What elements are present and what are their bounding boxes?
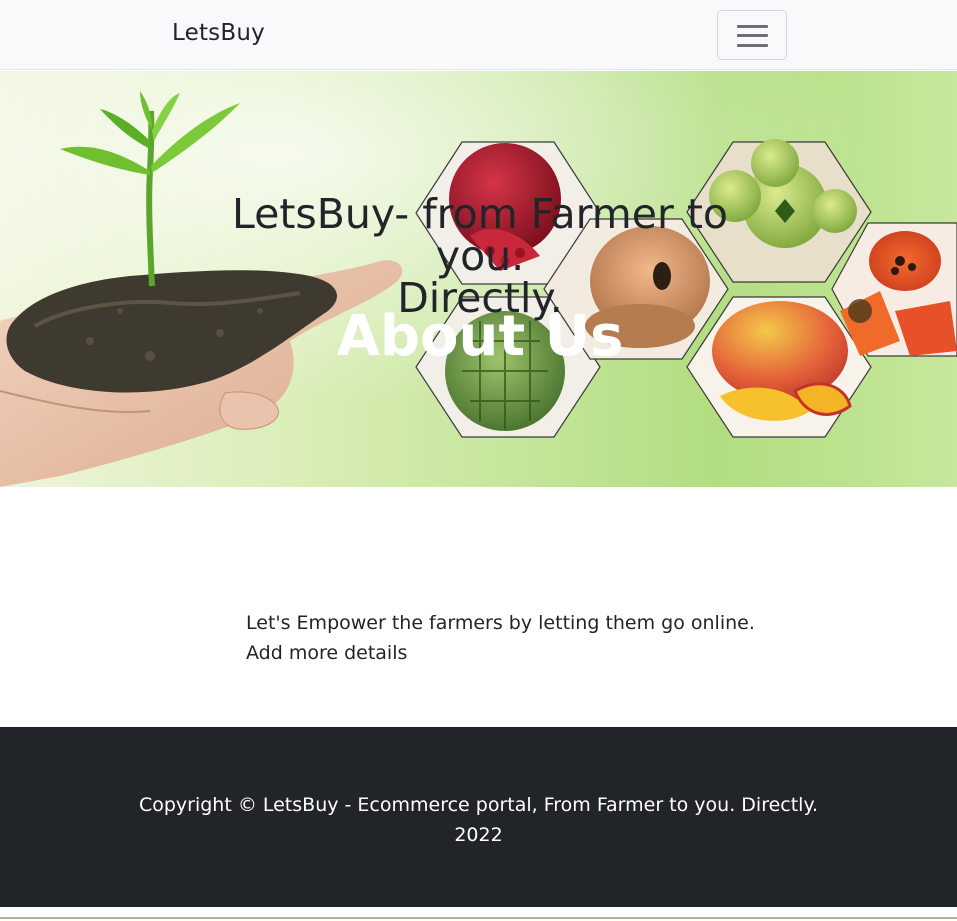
hero-title-line1: LetsBuy- from Farmer to you. <box>231 190 728 280</box>
navbar-toggler-button[interactable] <box>717 10 787 60</box>
about-content: Let's Empower the farmers by letting the… <box>246 608 846 668</box>
about-text-line2: Add more details <box>246 642 408 664</box>
about-text-line1: Let's Empower the farmers by letting the… <box>246 612 755 634</box>
footer-copyright: Copyright © LetsBuy - Ecommerce portal, … <box>100 790 857 850</box>
navbar-brand[interactable]: LetsBuy <box>172 20 265 46</box>
copyright-text: Copyright © LetsBuy - Ecommerce portal, … <box>138 794 819 816</box>
hero-banner: LetsBuy- from Farmer to you. Directly. A… <box>0 71 957 487</box>
copyright-year: 2022 <box>454 824 503 846</box>
hero-title: LetsBuy- from Farmer to you. Directly. <box>190 193 770 319</box>
navbar: LetsBuy <box>0 0 957 70</box>
page-heading: About Us <box>336 304 624 369</box>
page-bottom-divider <box>0 917 957 919</box>
footer: Copyright © LetsBuy - Ecommerce portal, … <box>0 727 957 907</box>
